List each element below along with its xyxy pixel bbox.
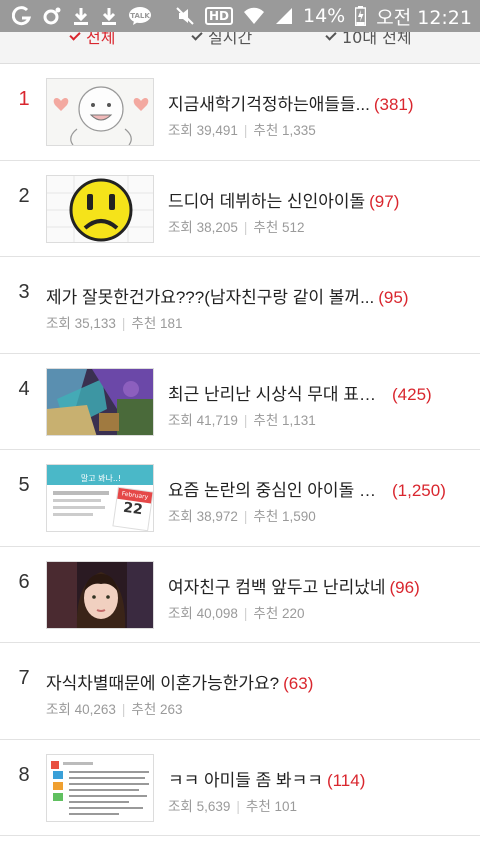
tab-label: 실시간 — [208, 32, 253, 47]
tab-realtime[interactable]: 실시간 — [191, 32, 253, 48]
list-item[interactable]: 3 제가 잘못한건가요???(남자친구랑 같이 볼꺼... (95) 조회 35,… — [0, 257, 480, 354]
post-stats: 조회 5,639 | 추천 101 — [168, 798, 298, 814]
post-stats: 조회 38,972 | 추천 1,590 — [168, 509, 316, 524]
post-title[interactable]: 제가 잘못한건가요???(남자친구랑 같이 볼꺼... (95) — [46, 283, 408, 308]
post-title[interactable]: ㅋㅋ 아미들 좀 봐ㅋㅋ (114) — [168, 766, 365, 791]
comment-count: (95) — [378, 288, 409, 307]
comment-count: (1,250) — [392, 481, 446, 500]
comment-count: (425) — [392, 384, 432, 404]
post-thumbnail — [46, 78, 154, 146]
comment-count: (96) — [389, 577, 420, 597]
post-title[interactable]: 드디어 데뷔하는 신인아이돌 (97) — [168, 187, 399, 212]
view-count: 5,639 — [196, 798, 231, 814]
tab-all[interactable]: 전체 — [69, 32, 116, 48]
rank-number: 5 — [18, 474, 30, 496]
battery-percent: 14% — [303, 5, 346, 27]
tab-label: 10대 전체 — [342, 32, 412, 47]
hd-icon: HD — [204, 7, 233, 25]
post-stats: 조회 40,098 | 추천 220 — [168, 605, 305, 621]
svg-text:TALK: TALK — [130, 12, 150, 20]
rank-number: 4 — [18, 377, 30, 400]
post-title[interactable]: 요즘 논란의 중심인 아이돌 표... (1,250) — [168, 476, 446, 501]
rank-number: 2 — [18, 184, 30, 207]
list-item[interactable]: 8 ㅋㅋ 아미들 좀 봐ㅋㅋ (114) 조회 5,639 | 추천 101 — [0, 739, 480, 836]
calendar-header: 말고 봐나..! — [47, 465, 153, 485]
comment-count: (114) — [326, 770, 366, 790]
comment-count: (97) — [369, 191, 400, 211]
post-thumbnail: 말고 봐나..! February 22 — [46, 464, 154, 532]
post-thumbnail — [46, 174, 154, 243]
download-icon — [72, 6, 90, 26]
post-thumbnail — [46, 367, 154, 436]
post-title[interactable]: 지금새학기걱정하는애들들... (381) — [168, 90, 414, 115]
rank-number: 6 — [18, 570, 30, 593]
view-count: 40,098 — [196, 605, 238, 621]
comment-count: (63) — [283, 674, 314, 693]
view-count: 38,972 — [196, 509, 238, 524]
post-title[interactable]: 자식차별때문에 이혼가능한가요? (63) — [46, 669, 313, 694]
download-icon — [100, 6, 118, 26]
list-item[interactable]: 2 드디어 데뷔하는 신인아이돌 (97) 조회 38,205 | 추천 512 — [0, 160, 480, 257]
tab-label: 전체 — [86, 32, 116, 47]
recommend-count: 1,335 — [282, 123, 316, 138]
post-thumbnail — [46, 560, 154, 629]
calendar-icon: February 22 — [112, 486, 153, 531]
recommend-count: 1,590 — [282, 509, 316, 524]
list-item[interactable]: 1 지금새학기걱정하는애들들... (381) 조회 39,491 | 추천 1,33… — [0, 64, 480, 161]
recommend-count: 220 — [282, 605, 305, 621]
post-thumbnail — [46, 753, 154, 822]
rank-number: 1 — [18, 88, 30, 110]
check-icon — [191, 32, 203, 41]
rank-number: 7 — [18, 667, 30, 689]
view-count: 40,263 — [74, 702, 116, 717]
post-stats: 조회 38,205 | 추천 512 — [168, 219, 305, 235]
k-app-icon — [42, 6, 62, 26]
view-count: 39,491 — [196, 123, 238, 138]
view-count: 38,205 — [196, 219, 238, 235]
tab-teens[interactable]: 10대 전체 — [325, 32, 412, 48]
list-item[interactable]: 6 여자친구 컴백 앞두고 난리났네 (96) 조회 40,098 | 추천 220 — [0, 546, 480, 643]
post-stats: 조회 39,491 | 추천 1,335 — [168, 123, 316, 138]
check-icon — [325, 32, 337, 41]
wifi-icon — [243, 7, 265, 25]
view-count: 35,133 — [74, 316, 116, 331]
recommend-count: 263 — [160, 702, 183, 717]
post-stats: 조회 35,133 | 추천 181 — [46, 316, 183, 331]
post-stats: 조회 40,263 | 추천 263 — [46, 702, 183, 717]
comment-count: (381) — [373, 95, 414, 114]
list-item[interactable]: 4 최근 난리난 시상식 무대 표절... (425) 조회 41,719 | 추천 … — [0, 353, 480, 450]
recommend-count: 181 — [160, 316, 183, 331]
signal-icon — [275, 7, 293, 25]
rank-number: 3 — [18, 281, 30, 303]
filter-tabs: 전체 실시간 10대 전체 — [0, 32, 480, 64]
post-title[interactable]: 여자친구 컴백 앞두고 난리났네 (96) — [168, 573, 420, 598]
g-app-icon — [12, 6, 32, 26]
talk-icon: TALK — [128, 6, 152, 26]
recommend-count: 101 — [274, 798, 298, 814]
recommend-count: 512 — [282, 219, 305, 235]
battery-charging-icon — [355, 6, 367, 26]
recommend-count: 1,131 — [282, 412, 316, 428]
ranking-list: 1 지금새학기걱정하는애들들... (381) 조회 39,491 | 추천 1,33… — [0, 64, 480, 836]
post-stats: 조회 41,719 | 추천 1,131 — [168, 412, 316, 428]
mute-icon — [175, 6, 195, 26]
check-icon — [69, 32, 81, 41]
status-bar: TALK HD 14% 오전 12:21 — [0, 0, 480, 32]
list-item[interactable]: 7 자식차별때문에 이혼가능한가요? (63) 조회 40,263 | 추천 263 — [0, 643, 480, 740]
post-title[interactable]: 최근 난리난 시상식 무대 표절... (425) — [168, 380, 432, 405]
view-count: 41,719 — [196, 412, 238, 428]
clock: 오전 12:21 — [376, 6, 472, 29]
rank-number: 8 — [18, 763, 30, 786]
list-item[interactable]: 5 말고 봐나..! February 22 요즘 논란의 중심인 아이돌 표.… — [0, 450, 480, 547]
